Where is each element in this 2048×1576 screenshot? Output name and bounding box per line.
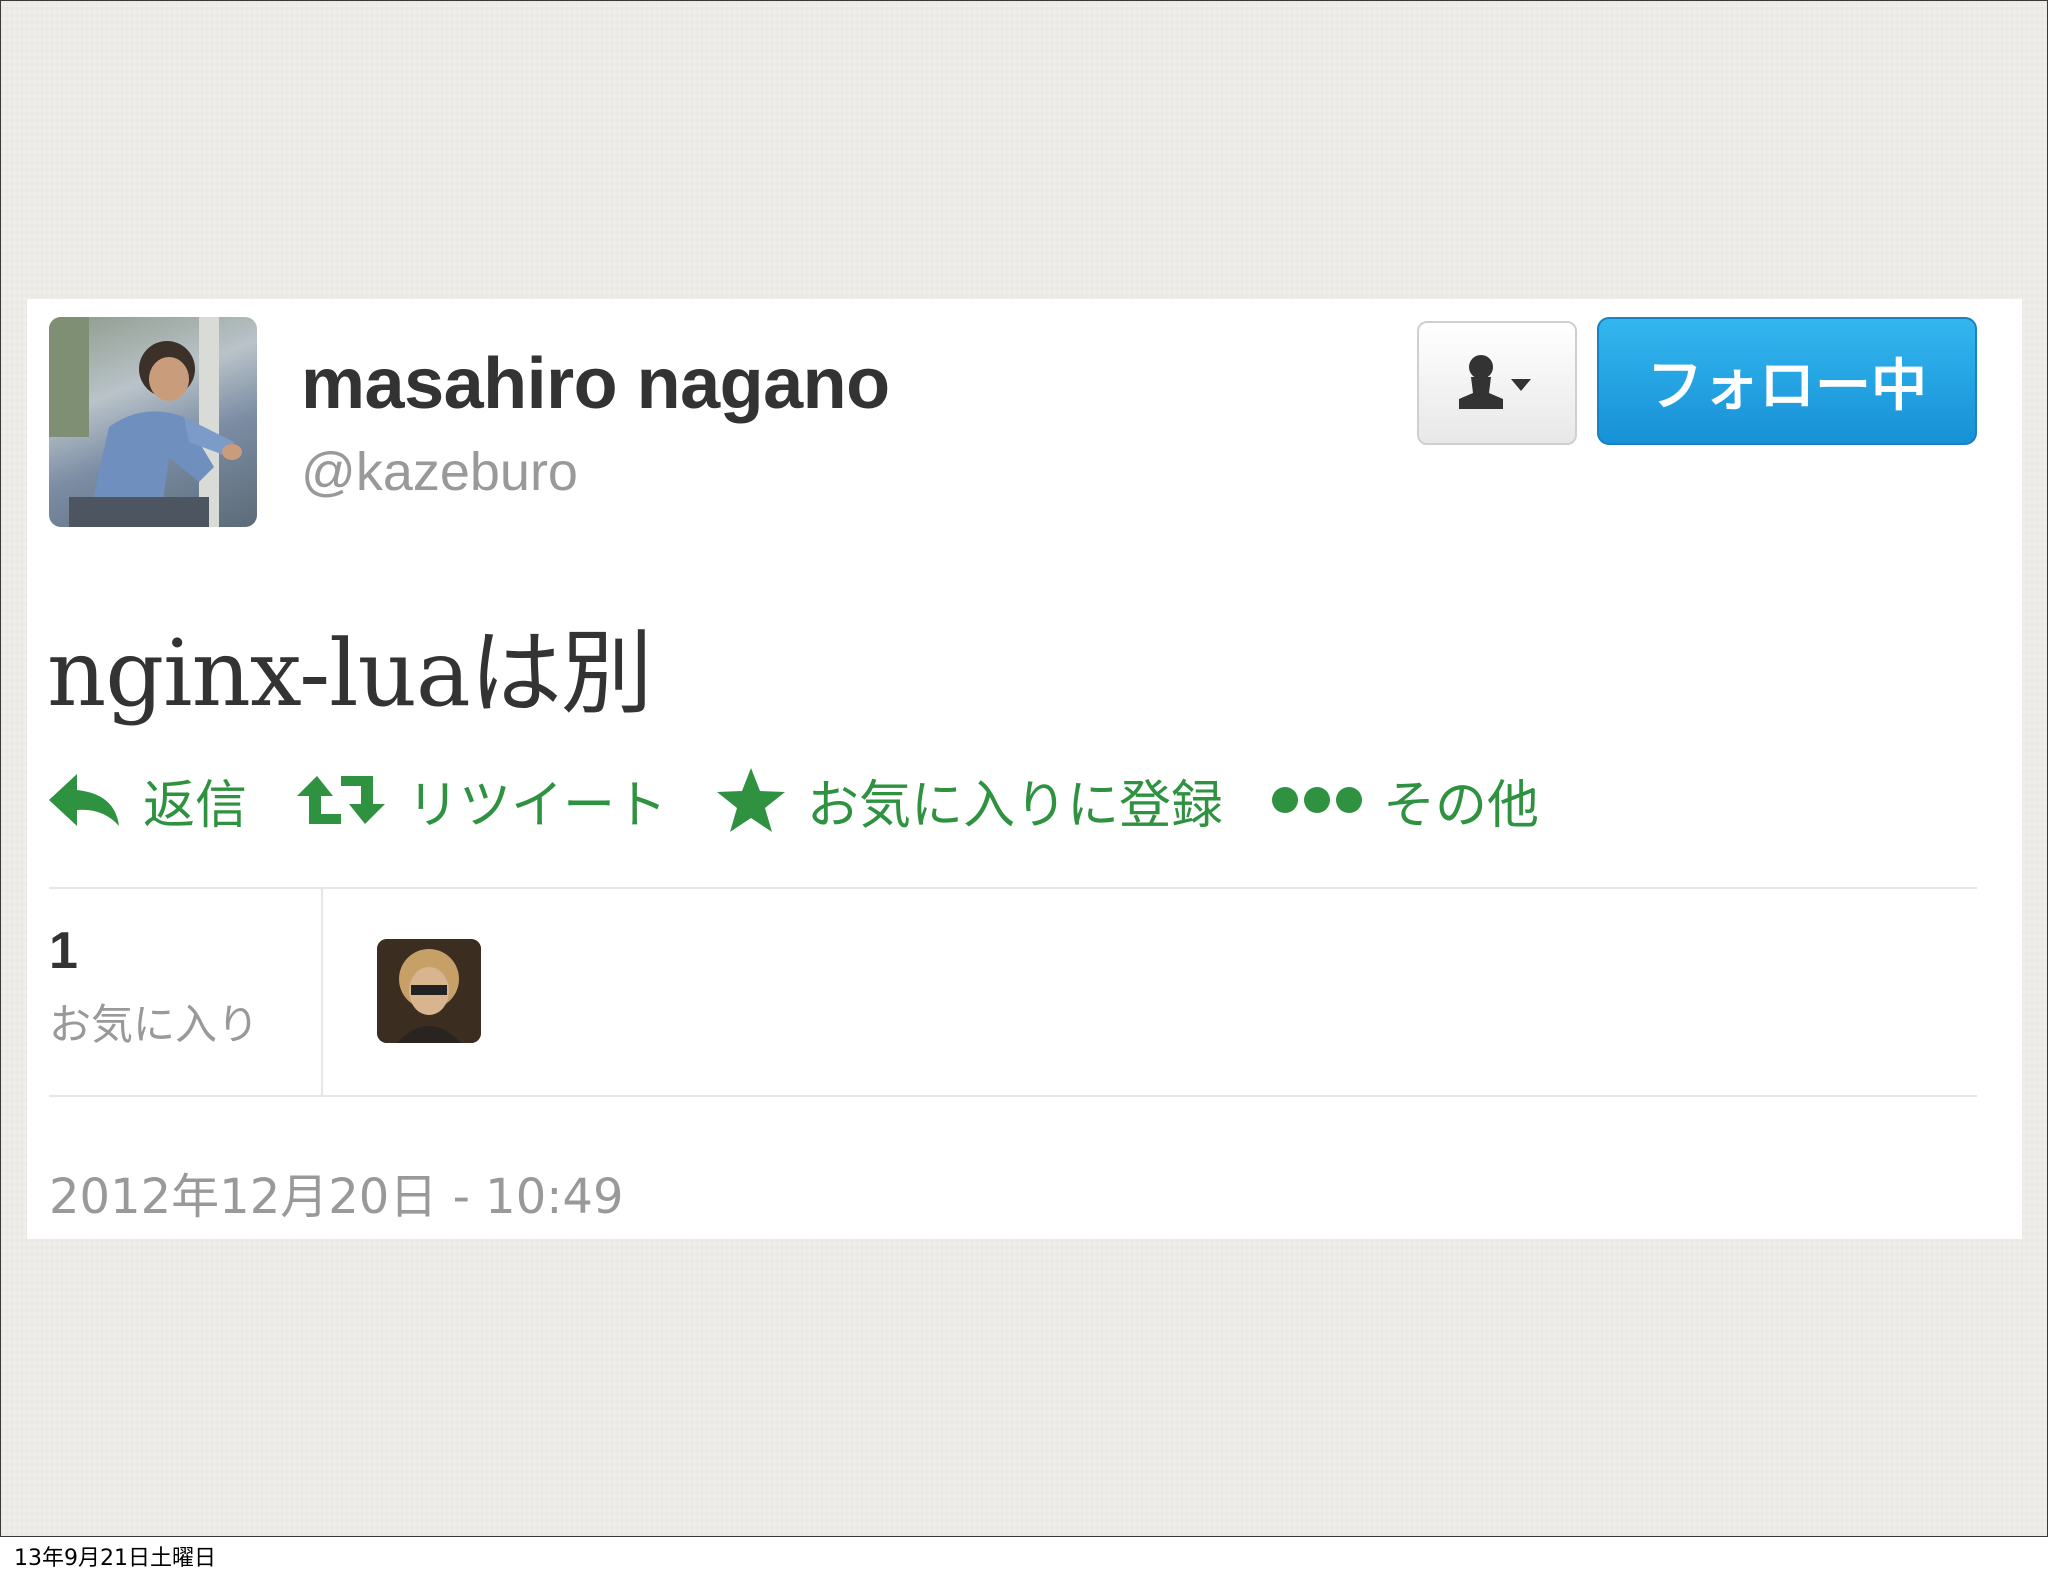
favoriter-avatar[interactable] [377,939,481,1043]
favoriter-avatar-photo [377,939,481,1043]
favorite-action[interactable]: お気に入りに登録 [715,763,1223,838]
stats-top-divider [49,887,1977,889]
user-handle[interactable]: @kazeburo [301,441,578,503]
retweet-action[interactable]: リツイート [295,763,667,838]
more-dots-icon [1272,787,1363,813]
slide: masahiro nagano @kazeburo フォロー中 nginx-lu… [0,0,2048,1537]
favorites-count[interactable]: 1 [49,921,78,981]
reply-icon [49,774,119,826]
tweet-card: masahiro nagano @kazeburo フォロー中 nginx-lu… [27,299,2022,1239]
star-icon [717,768,786,832]
more-label: その他 [1383,775,1540,836]
following-button[interactable]: フォロー中 [1597,317,1977,445]
tweet-text: nginx-luaは別 [47,620,653,727]
slide-footer-date: 13年9月21日土曜日 [14,1546,216,1571]
favorite-label: お気に入りに登録 [807,775,1224,836]
user-actions-dropdown-button[interactable] [1417,321,1577,445]
more-action[interactable]: その他 [1271,763,1539,838]
display-name[interactable]: masahiro nagano [301,343,890,425]
tweet-timestamp[interactable]: 2012年12月20日 - 10:49 [49,1157,623,1227]
retweet-label: リツイート [407,775,668,836]
reply-action[interactable]: 返信 [47,763,247,838]
stats-vertical-divider [321,889,323,1095]
favorites-label[interactable]: お気に入り [49,991,259,1052]
user-person-icon [1459,355,1531,409]
user-avatar[interactable] [49,317,257,527]
avatar-photo [49,317,242,527]
chevron-down-icon [1511,379,1531,391]
retweet-icon [297,776,386,824]
stats-bottom-divider [49,1095,1977,1097]
tweet-actions: 返信 リツイート お気に入りに登録 その他 [47,763,1587,838]
reply-label: 返信 [143,775,248,836]
